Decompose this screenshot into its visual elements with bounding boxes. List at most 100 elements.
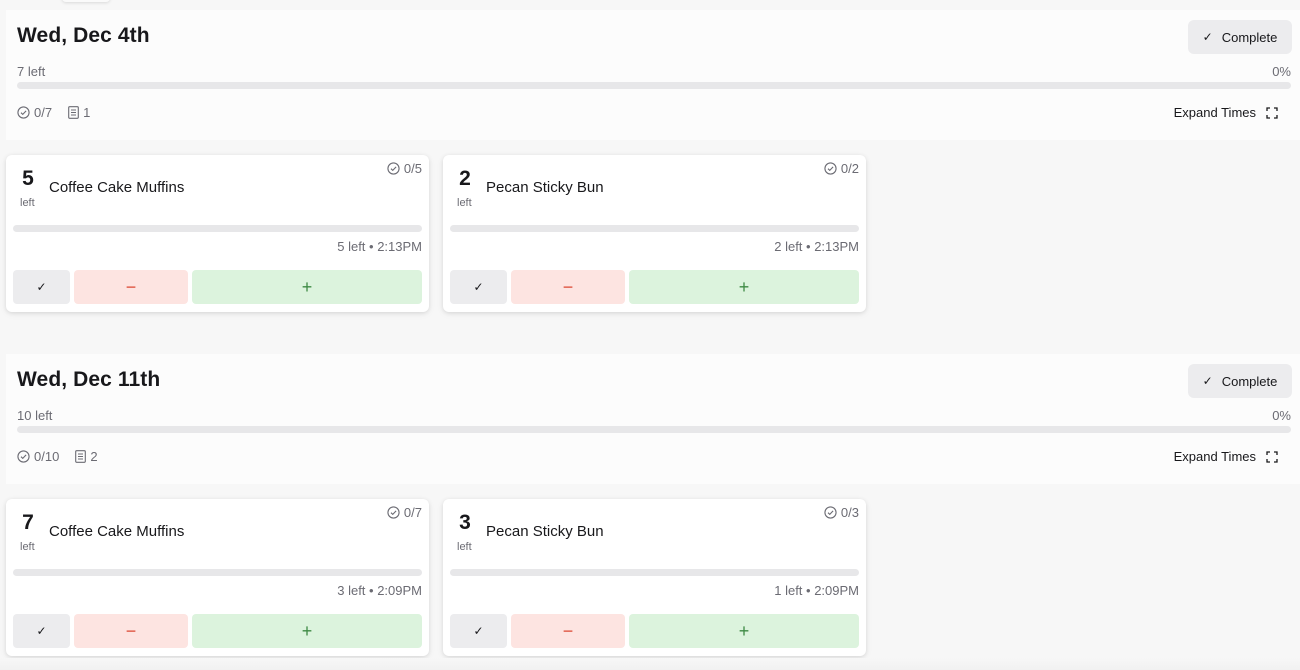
plus-icon: + [738,620,750,641]
complete-button[interactable]: ✓ Complete [1188,364,1292,398]
check-icon: ✓ [1202,374,1213,388]
mark-done-button[interactable]: ✓ [13,270,70,304]
remaining-label: 10 left [17,408,53,423]
check-icon: ✓ [1202,30,1213,44]
item-card: 5 left Coffee Cake Muffins 0/5 5 left • … [6,155,429,312]
percent-label: 0% [1272,408,1291,423]
done-count: 0/10 [34,449,60,464]
item-card: 7 left Coffee Cake Muffins 0/7 3 left • … [6,499,429,656]
item-actions: ✓ − + [13,614,422,648]
item-actions: ✓ − + [13,270,422,304]
remaining-label: 7 left [17,64,46,79]
check-icon: ✓ [473,280,484,294]
item-status: 5 left • 2:13PM [337,239,422,254]
day-meta: 0/7 1 [17,105,90,120]
expand-times-label: Expand Times [1173,105,1256,120]
plus-icon: + [738,276,750,297]
complete-button[interactable]: ✓ Complete [1188,20,1292,54]
minus-icon: − [125,620,137,641]
increment-button[interactable]: + [629,614,859,648]
item-count-label: left [457,197,472,209]
item-count: 3 [459,511,471,534]
item-count-label: left [457,541,472,553]
increment-button[interactable]: + [192,614,422,648]
expand-times-label: Expand Times [1173,449,1256,464]
plus-icon: + [301,620,313,641]
item-status: 3 left • 2:09PM [337,583,422,598]
item-done-count: 0/5 [403,161,422,176]
item-done: 0/2 [824,161,859,176]
item-count-label: left [20,197,35,209]
item-count-label: left [20,541,35,553]
item-done: 0/5 [387,161,422,176]
page-bottom-fade [0,658,1300,670]
day-header: Wed, Dec 11th ✓ Complete 10 left 0% 0/10… [6,354,1300,484]
item-progress-bar [450,225,859,232]
expand-icon [1266,450,1278,463]
check-circle-icon [387,162,400,175]
notes-count: 1 [83,105,91,120]
document-icon [68,106,79,119]
expand-times-button[interactable]: Expand Times [1174,449,1278,464]
day-title: Wed, Dec 4th [17,24,150,47]
done-count: 0/7 [34,105,53,120]
item-progress-bar [450,569,859,576]
minus-icon: − [562,620,574,641]
mark-done-button[interactable]: ✓ [450,270,507,304]
check-circle-icon [17,450,30,463]
check-icon: ✓ [36,280,47,294]
day-progress-bar [17,82,1291,89]
item-name: Coffee Cake Muffins [49,179,185,196]
expand-times-button[interactable]: Expand Times [1174,105,1278,120]
item-count: 7 [22,511,34,534]
item-done-count: 0/3 [840,505,859,520]
item-card: 2 left Pecan Sticky Bun 0/2 2 left • 2:1… [443,155,866,312]
decrement-button[interactable]: − [511,614,625,648]
complete-label: Complete [1221,29,1278,45]
item-done: 0/3 [824,505,859,520]
percent-label: 0% [1272,64,1291,79]
top-tab-stub [62,0,110,2]
day-title: Wed, Dec 11th [17,368,161,391]
check-icon: ✓ [36,624,47,638]
complete-label: Complete [1221,373,1278,389]
item-progress-bar [13,225,422,232]
plus-icon: + [301,276,313,297]
check-circle-icon [824,506,837,519]
item-cards: 7 left Coffee Cake Muffins 0/7 3 left • … [6,499,866,656]
item-done-count: 0/7 [403,505,422,520]
day-header: Wed, Dec 4th ✓ Complete 7 left 0% 0/7 1 … [6,10,1300,140]
item-status: 2 left • 2:13PM [774,239,859,254]
item-name: Pecan Sticky Bun [486,523,604,540]
minus-icon: − [562,276,574,297]
check-circle-icon [824,162,837,175]
notes-count: 2 [90,449,98,464]
expand-icon [1266,106,1278,119]
decrement-button[interactable]: − [74,614,188,648]
item-cards: 5 left Coffee Cake Muffins 0/5 5 left • … [6,155,866,312]
check-circle-icon [387,506,400,519]
item-actions: ✓ − + [450,614,859,648]
day-meta: 0/10 2 [17,449,98,464]
day-progress-bar [17,426,1291,433]
mark-done-button[interactable]: ✓ [13,614,70,648]
mark-done-button[interactable]: ✓ [450,614,507,648]
item-count: 2 [459,167,471,190]
item-name: Pecan Sticky Bun [486,179,604,196]
item-card: 3 left Pecan Sticky Bun 0/3 1 left • 2:0… [443,499,866,656]
check-icon: ✓ [473,624,484,638]
item-done-count: 0/2 [840,161,859,176]
item-count: 5 [22,167,34,190]
increment-button[interactable]: + [629,270,859,304]
minus-icon: − [125,276,137,297]
item-done: 0/7 [387,505,422,520]
item-progress-bar [13,569,422,576]
decrement-button[interactable]: − [74,270,188,304]
check-circle-icon [17,106,30,119]
item-actions: ✓ − + [450,270,859,304]
document-icon [75,450,87,463]
item-status: 1 left • 2:09PM [774,583,859,598]
decrement-button[interactable]: − [511,270,625,304]
increment-button[interactable]: + [192,270,422,304]
item-name: Coffee Cake Muffins [49,523,185,540]
